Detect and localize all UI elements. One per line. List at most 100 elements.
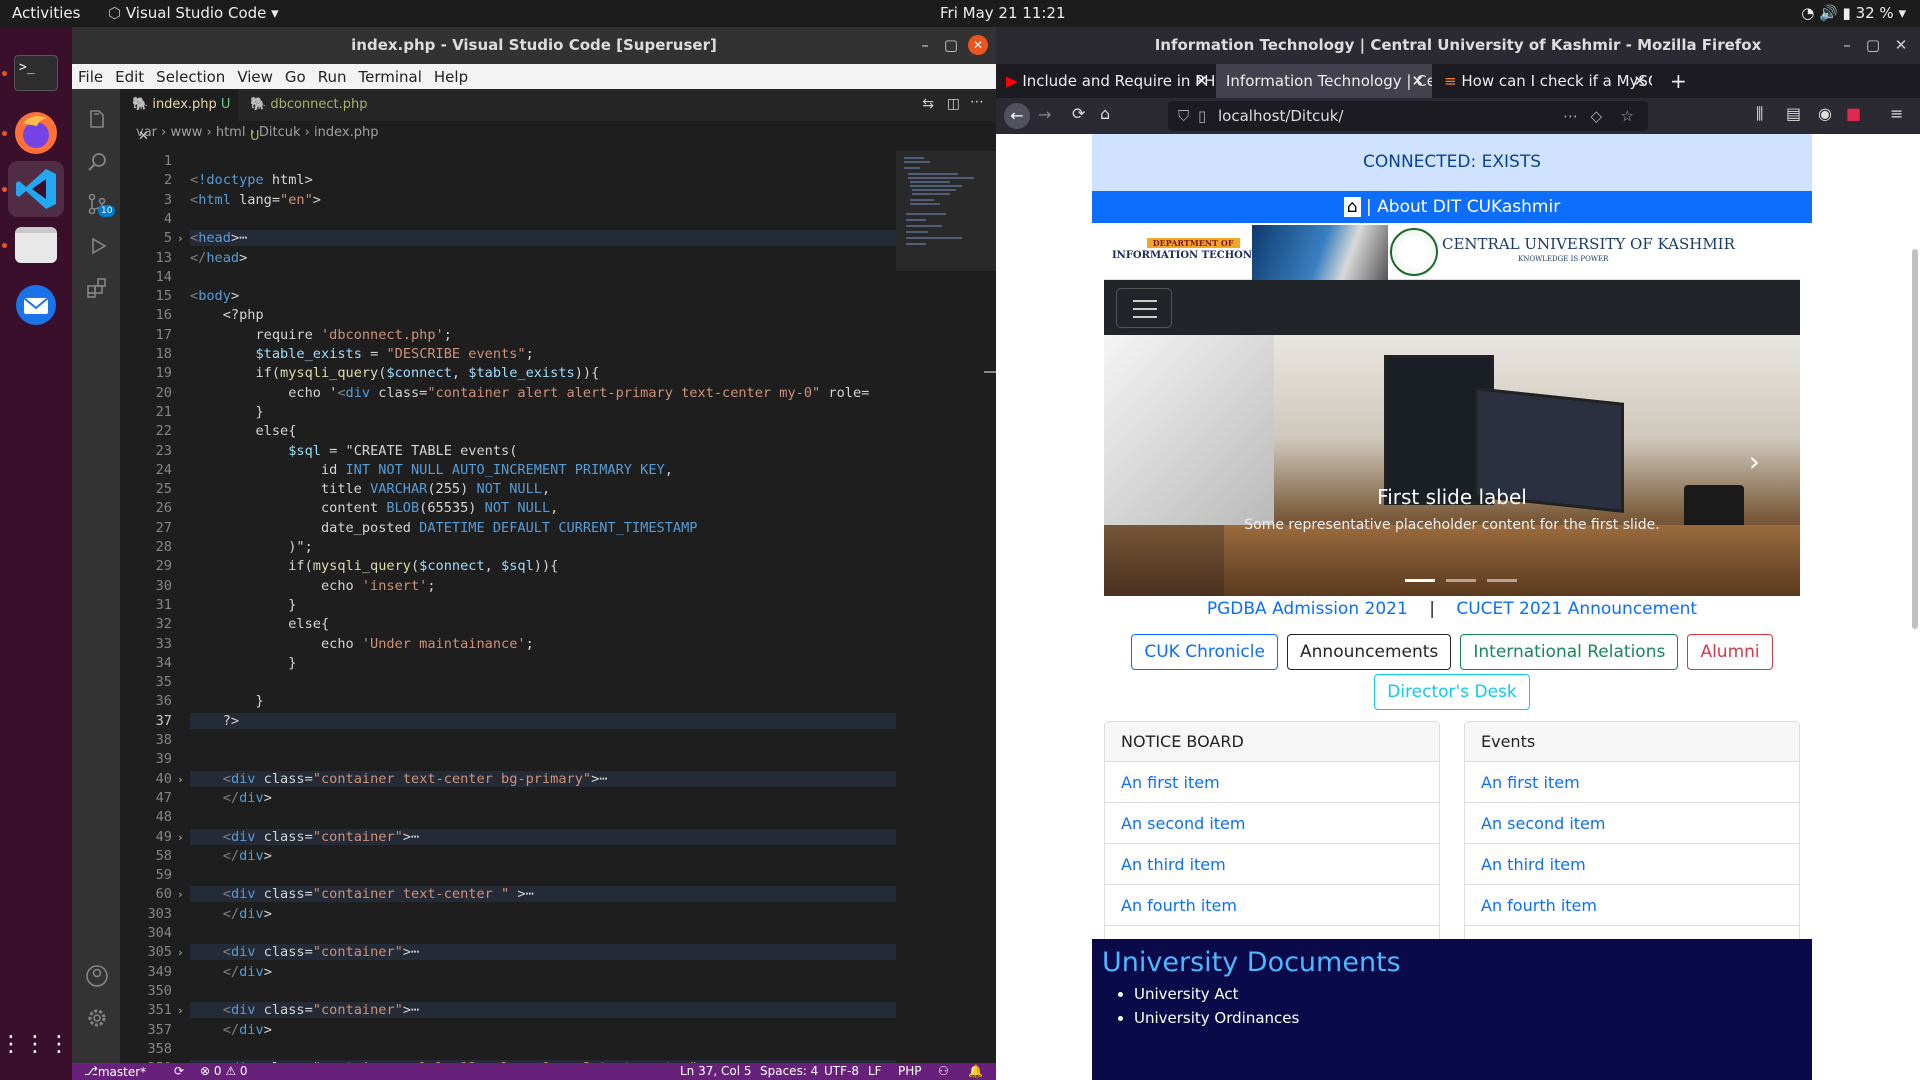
sync-icon[interactable]: ⟳ — [174, 1064, 184, 1078]
fold-chevron-icon[interactable]: › — [177, 232, 184, 245]
international-relations-button[interactable]: International Relations — [1460, 634, 1679, 670]
menu-go[interactable]: Go — [285, 68, 306, 86]
more-actions-icon[interactable]: ⋯ — [970, 94, 984, 110]
maximize-button[interactable]: ▢ — [1860, 27, 1886, 64]
activities-button[interactable]: Activities — [12, 4, 80, 22]
explorer-icon[interactable] — [84, 107, 110, 133]
pgdba-link[interactable]: PGDBA Admission 2021 — [1207, 599, 1408, 619]
menu-terminal[interactable]: Terminal — [359, 68, 422, 86]
fold-chevron-icon[interactable]: › — [177, 831, 184, 844]
notifications-bell-icon[interactable]: 🔔 — [968, 1064, 983, 1078]
indentation[interactable]: Spaces: 4 — [760, 1064, 818, 1078]
app-menu[interactable]: ⬡ Visual Studio Code ▾ — [108, 4, 279, 22]
carousel-prev[interactable] — [1104, 335, 1194, 596]
menu-view[interactable]: View — [237, 68, 273, 86]
problems-indicator[interactable]: ⊗ 0 ⚠ 0 — [200, 1064, 248, 1078]
alumni-button[interactable]: Alumni — [1687, 634, 1773, 670]
list-item[interactable]: An second item — [1465, 803, 1799, 844]
menu-selection[interactable]: Selection — [156, 68, 225, 86]
tab-index-php[interactable]: 🐘 index.php U ✕ — [120, 89, 238, 144]
source-control-icon[interactable]: 10 — [84, 191, 116, 217]
bookmark-star-icon[interactable]: ☆ — [1621, 101, 1634, 131]
language-mode[interactable]: PHP — [898, 1064, 922, 1078]
reload-icon[interactable]: ⟳ — [1072, 104, 1085, 123]
back-button[interactable]: ← — [1004, 103, 1030, 129]
dock-files[interactable] — [8, 217, 64, 273]
dock-thunderbird[interactable] — [8, 277, 64, 333]
navbar-toggler[interactable] — [1116, 288, 1172, 328]
close-icon[interactable]: ✕ — [1633, 64, 1646, 98]
directors-desk-button[interactable]: Director's Desk — [1374, 674, 1530, 710]
library-icon[interactable]: ⫼ — [1756, 104, 1763, 124]
url-bar[interactable]: ⛉ ▯ localhost/Ditcuk/ ⋯ ◇ ☆ — [1168, 101, 1648, 131]
system-tray[interactable]: ◔ 🔊 ▮ 32 % ▾ — [1801, 4, 1906, 22]
home-icon[interactable]: ⌂ — [1343, 197, 1361, 217]
menu-edit[interactable]: Edit — [115, 68, 144, 86]
encoding[interactable]: UTF-8 — [824, 1064, 859, 1078]
compare-changes-icon[interactable]: ⇆ — [922, 96, 934, 112]
search-icon[interactable] — [84, 149, 110, 175]
minimap-slider[interactable] — [896, 151, 996, 271]
sidebar-icon[interactable]: ▤ — [1786, 104, 1801, 123]
tab-dbconnect-php[interactable]: 🐘 dbconnect.php U — [238, 89, 378, 144]
home-icon[interactable]: ⌂ — [1100, 104, 1110, 123]
pocket-icon[interactable]: ◇ — [1590, 101, 1602, 131]
list-item[interactable]: An third item — [1105, 844, 1439, 885]
menu-run[interactable]: Run — [318, 68, 347, 86]
menu-help[interactable]: Help — [434, 68, 468, 86]
minimize-button[interactable]: – — [912, 27, 938, 64]
browser-tab[interactable]: ≡ How can I check if a MySC ✕ — [1434, 64, 1652, 98]
close-button[interactable]: ✕ — [1888, 27, 1914, 64]
list-item[interactable]: An fourth item — [1105, 885, 1439, 926]
run-debug-icon[interactable] — [84, 233, 110, 259]
list-item[interactable]: An first item — [1465, 762, 1799, 803]
show-apps-button[interactable]: ⋮⋮⋮ — [0, 1017, 70, 1073]
new-tab-button[interactable]: + — [1660, 64, 1690, 98]
carousel-indicator[interactable] — [1405, 579, 1435, 582]
menu-file[interactable]: File — [78, 68, 103, 86]
carousel-indicator[interactable] — [1446, 579, 1477, 582]
forward-button[interactable]: → — [1038, 105, 1051, 124]
doc-link[interactable]: University Ordinances — [1134, 1006, 1812, 1030]
editor-scrollbar[interactable] — [984, 371, 996, 373]
hamburger-menu-icon[interactable]: ≡ — [1890, 104, 1903, 123]
close-icon[interactable]: ✕ — [1411, 64, 1424, 98]
list-item[interactable]: An first item — [1105, 762, 1439, 803]
carousel-indicator[interactable] — [1487, 579, 1518, 582]
browser-tab-active[interactable]: Information Technology | Ce ✕ — [1216, 64, 1432, 98]
announcements-button[interactable]: Announcements — [1287, 634, 1452, 670]
extension-icon[interactable]: ■ — [1846, 104, 1861, 123]
dock-vscode[interactable] — [8, 161, 64, 217]
fold-chevron-icon[interactable]: › — [177, 946, 184, 959]
cucet-link[interactable]: CUCET 2021 Announcement — [1456, 599, 1697, 619]
clock[interactable]: Fri May 21 11:21 — [940, 4, 1066, 22]
extensions-icon[interactable] — [84, 275, 110, 301]
carousel-next-icon[interactable]: › — [1749, 445, 1760, 478]
minimize-button[interactable]: – — [1834, 27, 1860, 64]
cursor-position[interactable]: Ln 37, Col 5 — [680, 1064, 752, 1078]
fold-chevron-icon[interactable]: › — [177, 888, 184, 901]
close-icon[interactable]: ✕ — [1195, 64, 1208, 98]
close-icon[interactable]: ✕ — [138, 129, 149, 144]
browser-tab[interactable]: ▶ Include and Require in PH ✕ — [996, 64, 1214, 98]
code-editor[interactable]: 1 2 <!doctype html> 3 <html lang="en"> 4 5 › <he… — [120, 151, 896, 1077]
branch-indicator[interactable]: ⎇ master* — [84, 1064, 146, 1079]
account-icon[interactable] — [84, 963, 110, 989]
feedback-icon[interactable]: ⚇ — [938, 1064, 949, 1078]
split-editor-icon[interactable]: ◫ — [947, 96, 960, 112]
dock-terminal[interactable]: >_ — [8, 45, 64, 101]
list-item[interactable]: An third item — [1465, 844, 1799, 885]
cuk-chronicle-button[interactable]: CUK Chronicle — [1131, 634, 1278, 670]
page-scrollbar[interactable] — [1912, 249, 1918, 629]
end-of-line[interactable]: LF — [868, 1064, 882, 1078]
page-actions-icon[interactable]: ⋯ — [1563, 101, 1578, 131]
list-item[interactable]: An fourth item — [1465, 885, 1799, 926]
list-item[interactable]: An second item — [1105, 803, 1439, 844]
account-icon[interactable]: ◉ — [1818, 104, 1832, 123]
close-button[interactable]: ✕ — [968, 35, 988, 55]
fold-chevron-icon[interactable]: › — [177, 1004, 184, 1017]
about-link[interactable]: | About DIT CUKashmir — [1366, 197, 1560, 217]
minimap[interactable] — [896, 151, 996, 1063]
doc-link[interactable]: University Act — [1134, 982, 1812, 1006]
settings-gear-icon[interactable] — [84, 1005, 110, 1031]
